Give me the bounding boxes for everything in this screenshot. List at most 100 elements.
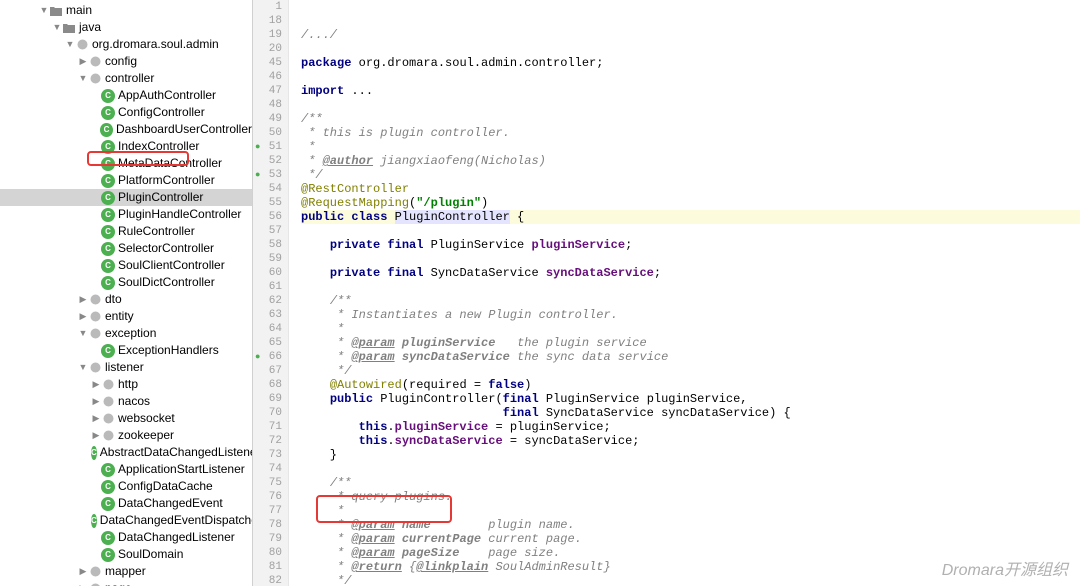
tree-node-main[interactable]: ▼main	[0, 2, 252, 19]
code-line[interactable]: * query plugins.	[301, 490, 1080, 504]
tree-node-souldictcontroller[interactable]: SoulDictController	[0, 274, 252, 291]
code-line[interactable]	[301, 224, 1080, 238]
line-gutter: 118192045464748495051●5253●5455565758596…	[253, 0, 289, 586]
code-line[interactable]	[301, 462, 1080, 476]
code-line[interactable]	[301, 70, 1080, 84]
gutter-mark-icon[interactable]: ●	[255, 140, 260, 154]
code-line[interactable]: @RequestMapping("/plugin")	[301, 196, 1080, 210]
code-line[interactable]: * @return {@linkplain SoulAdminResult}	[301, 560, 1080, 574]
code-line[interactable]: public PluginController(final PluginServ…	[301, 392, 1080, 406]
code-line[interactable]: @RestController	[301, 182, 1080, 196]
code-line[interactable]: * Instantiates a new Plugin controller.	[301, 308, 1080, 322]
expand-arrow-icon[interactable]: ▶	[78, 580, 88, 586]
code-line[interactable]: * @author jiangxiaofeng(Nicholas)	[301, 154, 1080, 168]
tree-node-mapper[interactable]: ▶ mapper	[0, 563, 252, 580]
expand-arrow-icon[interactable]: ▶	[78, 308, 88, 325]
code-line[interactable]: package org.dromara.soul.admin.controlle…	[301, 56, 1080, 70]
code-line[interactable]	[301, 252, 1080, 266]
code-line[interactable]: * @param syncDataService the sync data s…	[301, 350, 1080, 364]
expand-arrow-icon[interactable]: ▶	[91, 393, 101, 410]
tree-node-metadatacontroller[interactable]: MetaDataController	[0, 155, 252, 172]
code-line[interactable]: public class PluginController {	[301, 210, 1080, 224]
tree-node-selectorcontroller[interactable]: SelectorController	[0, 240, 252, 257]
tree-node-dashboardusercontroller[interactable]: DashboardUserController	[0, 121, 252, 138]
code-line[interactable]: @Autowired(required = false)	[301, 378, 1080, 392]
tree-node-datachangedeventdispatcher[interactable]: DataChangedEventDispatcher	[0, 512, 252, 529]
gutter-mark-icon[interactable]: ●	[255, 168, 260, 182]
expand-arrow-icon[interactable]: ▶	[91, 410, 101, 427]
code-line[interactable]: this.syncDataService = syncDataService;	[301, 434, 1080, 448]
tree-label: mapper	[105, 563, 146, 580]
code-line[interactable]: * this is plugin controller.	[301, 126, 1080, 140]
code-line[interactable]: /**	[301, 112, 1080, 126]
code-line[interactable]: private final SyncDataService syncDataSe…	[301, 266, 1080, 280]
tree-node-page[interactable]: ▶page	[0, 580, 252, 586]
tree-node-websocket[interactable]: ▶websocket	[0, 410, 252, 427]
code-line[interactable]: * @param pluginService the plugin servic…	[301, 336, 1080, 350]
code-line[interactable]: /**	[301, 476, 1080, 490]
code-line[interactable]	[301, 98, 1080, 112]
project-tree[interactable]: ▼main▼java▼org.dromara.soul.admin▶config…	[0, 0, 253, 586]
tree-node-org-dromara-soul-admin[interactable]: ▼org.dromara.soul.admin	[0, 36, 252, 53]
code-line[interactable]: *	[301, 140, 1080, 154]
expand-arrow-icon[interactable]: ▶	[78, 291, 88, 308]
code-line[interactable]: *	[301, 504, 1080, 518]
tree-node-plugincontroller[interactable]: PluginController	[0, 189, 252, 206]
code-line[interactable]: import ...	[301, 84, 1080, 98]
tree-node-abstractdatachangedlistener[interactable]: AbstractDataChangedListener	[0, 444, 252, 461]
tree-node-exception[interactable]: ▼exception	[0, 325, 252, 342]
tree-node-zookeeper[interactable]: ▶zookeeper	[0, 427, 252, 444]
code-line[interactable]: final SyncDataService syncDataService) {	[301, 406, 1080, 420]
tree-label: ExceptionHandlers	[118, 342, 219, 359]
code-line[interactable]: /**	[301, 294, 1080, 308]
tree-node-configcontroller[interactable]: ConfigController	[0, 104, 252, 121]
tree-node-exceptionhandlers[interactable]: ExceptionHandlers	[0, 342, 252, 359]
expand-arrow-icon[interactable]: ▶	[91, 427, 101, 444]
expand-arrow-icon[interactable]: ▼	[65, 36, 75, 53]
code-line[interactable]: this.pluginService = pluginService;	[301, 420, 1080, 434]
gutter-mark-icon[interactable]: ●	[255, 350, 260, 364]
code-line[interactable]: private final PluginService pluginServic…	[301, 238, 1080, 252]
tree-node-controller[interactable]: ▼controller	[0, 70, 252, 87]
tree-node-soulclientcontroller[interactable]: SoulClientController	[0, 257, 252, 274]
tree-node-entity[interactable]: ▶entity	[0, 308, 252, 325]
tree-node-config[interactable]: ▶config	[0, 53, 252, 70]
expand-arrow-icon[interactable]: ▶	[78, 53, 88, 70]
code-line[interactable]: */	[301, 364, 1080, 378]
tree-node-datachangedlistener[interactable]: DataChangedListener	[0, 529, 252, 546]
expand-arrow-icon[interactable]: ▼	[39, 2, 49, 19]
expand-arrow-icon[interactable]: ▼	[78, 70, 88, 87]
tree-node-http[interactable]: ▶http	[0, 376, 252, 393]
code-line[interactable]: /.../	[301, 28, 1080, 42]
expand-arrow-icon[interactable]: ▼	[78, 359, 88, 376]
tree-node-listener[interactable]: ▼listener	[0, 359, 252, 376]
tree-node-rulecontroller[interactable]: RuleController	[0, 223, 252, 240]
tree-node-pluginhandlecontroller[interactable]: PluginHandleController	[0, 206, 252, 223]
code-line[interactable]	[301, 280, 1080, 294]
expand-arrow-icon[interactable]: ▼	[52, 19, 62, 36]
tree-node-java[interactable]: ▼java	[0, 19, 252, 36]
tree-node-platformcontroller[interactable]: PlatformController	[0, 172, 252, 189]
line-number: 48	[253, 98, 282, 112]
tree-node-appauthcontroller[interactable]: AppAuthController	[0, 87, 252, 104]
expand-arrow-icon[interactable]: ▼	[78, 325, 88, 342]
code-line[interactable]: */	[301, 574, 1080, 586]
code-line[interactable]: * @param currentPage current page.	[301, 532, 1080, 546]
code-line[interactable]: * @param name plugin name.	[301, 518, 1080, 532]
code-line[interactable]: */	[301, 168, 1080, 182]
class-icon	[101, 140, 115, 154]
code-line[interactable]: }	[301, 448, 1080, 462]
tree-node-datachangedevent[interactable]: DataChangedEvent	[0, 495, 252, 512]
code-line[interactable]	[301, 42, 1080, 56]
tree-node-nacos[interactable]: ▶nacos	[0, 393, 252, 410]
code-line[interactable]: * @param pageSize page size.	[301, 546, 1080, 560]
editor-area[interactable]: /.../ package org.dromara.soul.admin.con…	[299, 0, 1080, 586]
tree-node-souldomain[interactable]: SoulDomain	[0, 546, 252, 563]
expand-arrow-icon[interactable]: ▶	[91, 376, 101, 393]
tree-node-configdatacache[interactable]: ConfigDataCache	[0, 478, 252, 495]
expand-arrow-icon[interactable]: ▶	[78, 563, 88, 580]
tree-node-applicationstartlistener[interactable]: ApplicationStartListener	[0, 461, 252, 478]
code-line[interactable]: *	[301, 322, 1080, 336]
tree-node-indexcontroller[interactable]: IndexController	[0, 138, 252, 155]
tree-node-dto[interactable]: ▶dto	[0, 291, 252, 308]
